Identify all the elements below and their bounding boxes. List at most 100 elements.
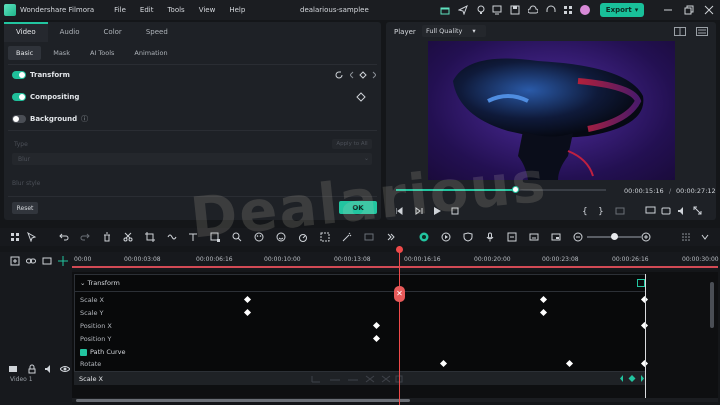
microphone-icon[interactable] bbox=[485, 232, 495, 242]
snap-icon[interactable] bbox=[58, 256, 68, 266]
kf-row-scale-y: Scale Y bbox=[80, 309, 104, 317]
split-audio-icon[interactable] bbox=[167, 232, 177, 242]
reset-icon[interactable] bbox=[334, 70, 344, 80]
shield-icon[interactable] bbox=[463, 232, 473, 242]
grid-dots-icon[interactable] bbox=[681, 232, 691, 242]
menu-help[interactable]: Help bbox=[229, 6, 245, 14]
playhead[interactable] bbox=[399, 246, 400, 405]
quality-select[interactable]: Full Quality ▾ bbox=[422, 25, 486, 37]
more-tools-icon[interactable] bbox=[386, 232, 396, 242]
send-icon[interactable] bbox=[458, 5, 468, 15]
render-preview-icon[interactable] bbox=[419, 232, 429, 242]
apply-to-all-button[interactable]: Apply to All bbox=[332, 139, 372, 149]
select-cursor-icon[interactable] bbox=[27, 232, 37, 242]
timeline-ruler[interactable]: 00:00 00:00:03:08 00:00:06:16 00:00:10:00 00… bbox=[72, 252, 719, 270]
export-button[interactable]: Export ▾ bbox=[600, 3, 644, 17]
project-title: dealarious-samplee bbox=[300, 6, 369, 14]
avatar[interactable] bbox=[580, 5, 590, 15]
add-track-icon[interactable] bbox=[10, 256, 20, 266]
tab-video[interactable]: Video bbox=[4, 22, 48, 42]
grid-icon[interactable] bbox=[563, 5, 573, 15]
chevron-down-icon[interactable]: ⌄ bbox=[80, 279, 85, 287]
undo-icon[interactable] bbox=[59, 232, 69, 242]
playhead-handle[interactable] bbox=[396, 246, 403, 253]
keyframe-nav-icon[interactable] bbox=[350, 70, 376, 80]
restore-icon[interactable] bbox=[684, 5, 694, 15]
divider bbox=[8, 64, 377, 65]
background-toggle[interactable] bbox=[12, 115, 26, 123]
lightbulb-icon[interactable] bbox=[476, 5, 486, 15]
scrollbar-thumb[interactable] bbox=[76, 399, 410, 402]
subtab-basic[interactable]: Basic bbox=[8, 46, 42, 60]
compositing-toggle[interactable] bbox=[12, 93, 26, 101]
display-settings-icon[interactable] bbox=[696, 27, 708, 36]
menu-tools[interactable]: Tools bbox=[167, 6, 184, 14]
track-mute-icon[interactable] bbox=[44, 364, 54, 374]
snapshot-layout-icon[interactable] bbox=[674, 27, 686, 36]
link-icon[interactable] bbox=[26, 256, 36, 266]
keyframe-panel-expand-icon[interactable] bbox=[637, 279, 645, 287]
selected-keyframe-row[interactable]: Scale X bbox=[74, 372, 646, 385]
zoom-slider-handle[interactable] bbox=[611, 233, 618, 240]
vertical-scrollbar-thumb[interactable] bbox=[710, 282, 714, 328]
keyframe-nav-icon[interactable] bbox=[619, 374, 645, 383]
tab-speed[interactable]: Speed bbox=[134, 22, 180, 42]
keyframe-marker[interactable] bbox=[243, 295, 252, 304]
track-lock-icon[interactable] bbox=[27, 364, 37, 374]
subtitle-icon[interactable] bbox=[529, 232, 539, 242]
keyframe-marker[interactable] bbox=[539, 295, 548, 304]
keyframe-marker[interactable] bbox=[372, 334, 381, 343]
monitor-icon[interactable] bbox=[492, 5, 502, 15]
zoom-in-icon[interactable] bbox=[641, 232, 651, 242]
keyframe-marker[interactable] bbox=[539, 308, 548, 317]
keyframe-add-icon[interactable] bbox=[356, 92, 366, 102]
keyframe-marker[interactable] bbox=[243, 308, 252, 317]
close-icon[interactable] bbox=[704, 5, 714, 15]
subtab-ai-tools[interactable]: AI Tools bbox=[82, 46, 122, 60]
zoom-slider[interactable] bbox=[587, 233, 641, 240]
subtab-mask[interactable]: Mask bbox=[45, 46, 78, 60]
blur-type-select[interactable]: Blur ⌄ bbox=[12, 153, 372, 165]
pip-icon[interactable] bbox=[551, 232, 561, 242]
delete-icon[interactable] bbox=[102, 232, 112, 242]
minimize-icon[interactable] bbox=[663, 5, 673, 15]
reset-label: Reset bbox=[16, 204, 34, 212]
blur-type-value: Blur bbox=[18, 156, 31, 163]
transform-label: Transform bbox=[30, 71, 70, 79]
keyframe-marker[interactable] bbox=[439, 359, 448, 368]
player-label: Player bbox=[394, 28, 416, 36]
keyframe-ease-icons[interactable] bbox=[310, 374, 410, 383]
reset-button[interactable]: Reset bbox=[12, 202, 38, 214]
save-icon[interactable] bbox=[510, 5, 520, 15]
playhead-keyframe-cursor[interactable]: ✕ bbox=[394, 286, 405, 302]
property-subtabs: Basic Mask AI Tools Animation bbox=[8, 44, 176, 62]
cloud-icon[interactable] bbox=[528, 5, 538, 15]
menu-edit[interactable]: Edit bbox=[140, 6, 154, 14]
total-time: 00:00:27:12 bbox=[676, 187, 716, 195]
transform-toggle[interactable] bbox=[12, 71, 26, 79]
crop-icon[interactable] bbox=[145, 232, 155, 242]
menu-view[interactable]: View bbox=[199, 6, 216, 14]
path-curve-checkbox[interactable] bbox=[80, 348, 87, 356]
voiceover-icon[interactable] bbox=[507, 232, 517, 242]
track-label: Video 1 bbox=[10, 376, 33, 383]
menu-file[interactable]: File bbox=[114, 6, 126, 14]
track-visibility-icon[interactable] bbox=[60, 364, 70, 374]
auto-ripple-icon[interactable] bbox=[441, 232, 451, 242]
subtab-animation[interactable]: Animation bbox=[126, 46, 175, 60]
compositing-row: Compositing bbox=[12, 90, 79, 104]
expand-icon[interactable] bbox=[700, 232, 710, 242]
cut-icon[interactable] bbox=[123, 232, 133, 242]
keyframe-marker[interactable] bbox=[372, 321, 381, 330]
track-manager-icon[interactable] bbox=[42, 256, 52, 266]
keyframe-marker[interactable] bbox=[565, 359, 574, 368]
headset-icon[interactable] bbox=[546, 5, 556, 15]
chevron-down-icon: ▾ bbox=[472, 27, 476, 35]
horizontal-scrollbar[interactable] bbox=[72, 398, 718, 402]
tab-color[interactable]: Color bbox=[92, 22, 134, 42]
zoom-out-icon[interactable] bbox=[573, 232, 583, 242]
redo-icon[interactable] bbox=[80, 232, 90, 242]
layout-icon[interactable] bbox=[10, 232, 20, 242]
tab-audio[interactable]: Audio bbox=[48, 22, 92, 42]
gift-icon[interactable] bbox=[440, 5, 450, 15]
